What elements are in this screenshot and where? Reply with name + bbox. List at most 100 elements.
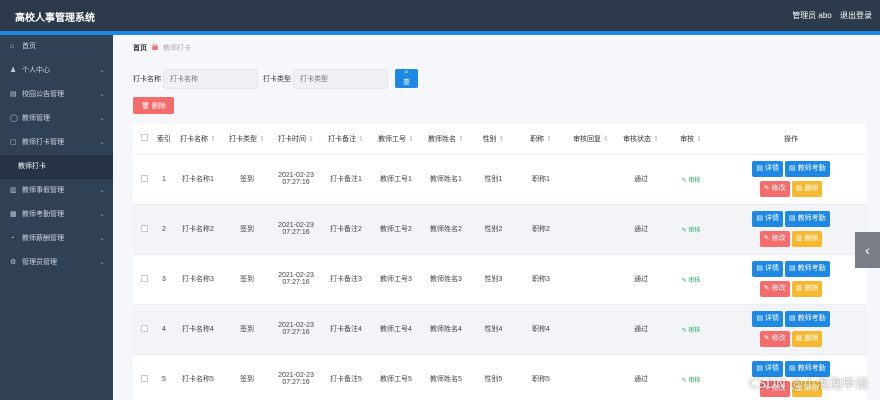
cell-teacher-name: 教师姓名5	[430, 376, 462, 383]
audit-link[interactable]: ✎ 审核	[682, 178, 701, 184]
delete-button[interactable]: ▥ 删除	[791, 281, 823, 297]
sort-icon[interactable]: ⇕	[499, 136, 505, 143]
breadcrumb: 首页 ⅲ 教师打卡	[133, 43, 191, 53]
table-row: 3 打卡名称3 签到 2021-02-23 07:27:16 打卡备注3 教师工号3 教师姓名…	[133, 254, 866, 305]
row-checkbox[interactable]	[140, 224, 148, 232]
sidebar-item[interactable]: ◔ 教师薪酬管理 ⌄	[0, 227, 113, 251]
name-filter-input[interactable]	[163, 69, 258, 89]
cell-gender: 性别3	[484, 276, 503, 283]
sort-icon[interactable]: ⇕	[308, 136, 314, 143]
sidebar-item[interactable]: 教师打卡	[0, 155, 113, 179]
header-actions: 操作	[716, 124, 866, 155]
row-checkbox[interactable]	[140, 324, 148, 332]
sort-icon[interactable]: ⇕	[696, 136, 702, 143]
edit-button[interactable]: ✎ 修改	[759, 331, 790, 347]
chevron-down-icon: ⌄	[99, 139, 105, 146]
sidebar-item[interactable]: ▢ 教师打卡管理 ⌄	[0, 131, 113, 155]
cell-name: 打卡名称2	[182, 226, 214, 233]
header-reply[interactable]: 审核回复 ⇕	[566, 124, 616, 155]
audit-link[interactable]: ✎ 审核	[682, 228, 701, 234]
header-gender[interactable]: 性别 ⇕	[471, 124, 516, 155]
sidebar-item[interactable]: ⚙ 管理员管理 ⌄	[0, 251, 113, 275]
row-checkbox[interactable]	[140, 374, 148, 382]
cell-status: 通过	[634, 226, 648, 233]
cell-type: 签到	[240, 276, 254, 283]
sort-icon[interactable]: ⇕	[653, 136, 659, 143]
detail-button[interactable]: ▤ 详情	[752, 311, 783, 327]
audit-link[interactable]: ✎ 审核	[682, 278, 701, 284]
collapse-panel-button[interactable]: ‹	[855, 232, 880, 268]
header-note[interactable]: 打卡备注 ⇕	[321, 124, 371, 155]
cell-index: 4	[162, 325, 166, 333]
detail-button[interactable]: ▤ 详情	[752, 211, 783, 227]
sidebar-item[interactable]: ▦ 教师考勤管理 ⌄	[0, 203, 113, 227]
select-all-checkbox[interactable]	[140, 134, 148, 142]
sidebar-item-label: 教师打卡	[18, 163, 46, 170]
detail-icon: ▤	[756, 165, 764, 172]
type-filter-input[interactable]	[293, 69, 388, 89]
cell-clock: 07:27:16	[282, 229, 310, 236]
header-status[interactable]: 审核状态 ⇕	[616, 124, 666, 155]
cell-teacher-no: 教师工号3	[380, 276, 412, 283]
sort-icon[interactable]: ⇕	[259, 136, 265, 143]
top-bar: 高校人事管理系统 管理员 abo 退出登录	[0, 0, 880, 31]
edit-icon: ✎	[763, 185, 770, 192]
edit-icon: ✎	[763, 235, 770, 242]
select-all-cell[interactable]	[133, 124, 155, 155]
attendance-button[interactable]: ▤ 教师考勤	[785, 161, 830, 177]
sidebar-item-label: 管理员管理	[22, 259, 57, 266]
type-filter-label: 打卡类型	[263, 76, 291, 83]
delete-button[interactable]: ▥ 删除	[791, 231, 823, 247]
sidebar-item-label: 校园公告管理	[22, 91, 64, 98]
row-checkbox[interactable]	[140, 174, 148, 182]
cell-type: 签到	[240, 176, 254, 183]
breadcrumb-home[interactable]: 首页	[133, 45, 147, 52]
sort-icon[interactable]: ⇕	[408, 136, 414, 143]
attendance-button[interactable]: ▤ 教师考勤	[785, 211, 830, 227]
cell-teacher-no: 教师工号4	[380, 326, 412, 333]
sidebar-item[interactable]: ▤ 校园公告管理 ⌄	[0, 83, 113, 107]
row-checkbox[interactable]	[140, 274, 148, 282]
sidebar-item[interactable]: ◯ 教师管理 ⌄	[0, 107, 113, 131]
attendance-button[interactable]: ▤ 教师考勤	[785, 311, 830, 327]
sort-icon[interactable]: ⇕	[546, 136, 552, 143]
sort-icon[interactable]: ⇕	[210, 136, 216, 143]
cell-clock: 07:27:16	[282, 179, 310, 186]
sort-icon[interactable]: ⇕	[358, 136, 364, 143]
header-time[interactable]: 打卡时间 ⇕	[271, 124, 321, 155]
header-name[interactable]: 打卡名称 ⇕	[173, 124, 223, 155]
chevron-down-icon: ⌄	[99, 259, 105, 266]
sort-icon[interactable]: ⇕	[603, 136, 609, 143]
edit-button[interactable]: ✎ 修改	[759, 181, 790, 197]
trash-icon: ▥	[795, 285, 803, 292]
detail-icon: ▤	[756, 265, 764, 272]
search-button[interactable]: ⌕ 查询	[395, 69, 418, 96]
cell-status: 通过	[634, 176, 648, 183]
header-type[interactable]: 打卡类型 ⇕	[223, 124, 271, 155]
sidebar: ⌂ 首页 ♟ 个人中心 ⌄ ▤ 校园公告管理 ⌄ ◯ 教师管理 ⌄ ▢ 教师打卡管理 ⌄ 教师打卡 ▥ 教师事假…	[0, 35, 113, 400]
header-audit[interactable]: 审核 ⇕	[666, 124, 716, 155]
detail-button[interactable]: ▤ 详情	[752, 261, 783, 277]
chevron-down-icon: ⌄	[99, 187, 105, 194]
cell-teacher-name: 教师姓名2	[430, 226, 462, 233]
sidebar-item[interactable]: ⌂ 首页	[0, 35, 113, 59]
edit-button[interactable]: ✎ 修改	[759, 281, 790, 297]
detail-button[interactable]: ▤ 详情	[752, 161, 783, 177]
attendance-icon: ▤	[789, 165, 796, 172]
delete-button[interactable]: ▥ 删除	[791, 181, 823, 197]
sidebar-item[interactable]: ▥ 教师事假管理 ⌄	[0, 179, 113, 203]
attendance-button[interactable]: ▤ 教师考勤	[785, 261, 830, 277]
audit-link[interactable]: ✎ 审核	[682, 378, 701, 384]
logout-link[interactable]: 退出登录	[840, 11, 872, 20]
header-title[interactable]: 职称 ⇕	[516, 124, 566, 155]
delete-button[interactable]: ▥ 删除	[791, 331, 823, 347]
sort-icon[interactable]: ⇕	[458, 136, 464, 143]
table-row: 4 打卡名称4 签到 2021-02-23 07:27:16 打卡备注4 教师工号4 教师姓名…	[133, 304, 866, 355]
edit-button[interactable]: ✎ 修改	[759, 231, 790, 247]
cell-status: 通过	[634, 326, 648, 333]
audit-link[interactable]: ✎ 审核	[682, 328, 701, 334]
sidebar-item[interactable]: ♟ 个人中心 ⌄	[0, 59, 113, 83]
header-teacher-name[interactable]: 教师姓名 ⇕	[421, 124, 471, 155]
bulk-delete-button[interactable]: 🗑 删除	[133, 97, 174, 114]
header-teacher-no[interactable]: 教师工号 ⇕	[371, 124, 421, 155]
